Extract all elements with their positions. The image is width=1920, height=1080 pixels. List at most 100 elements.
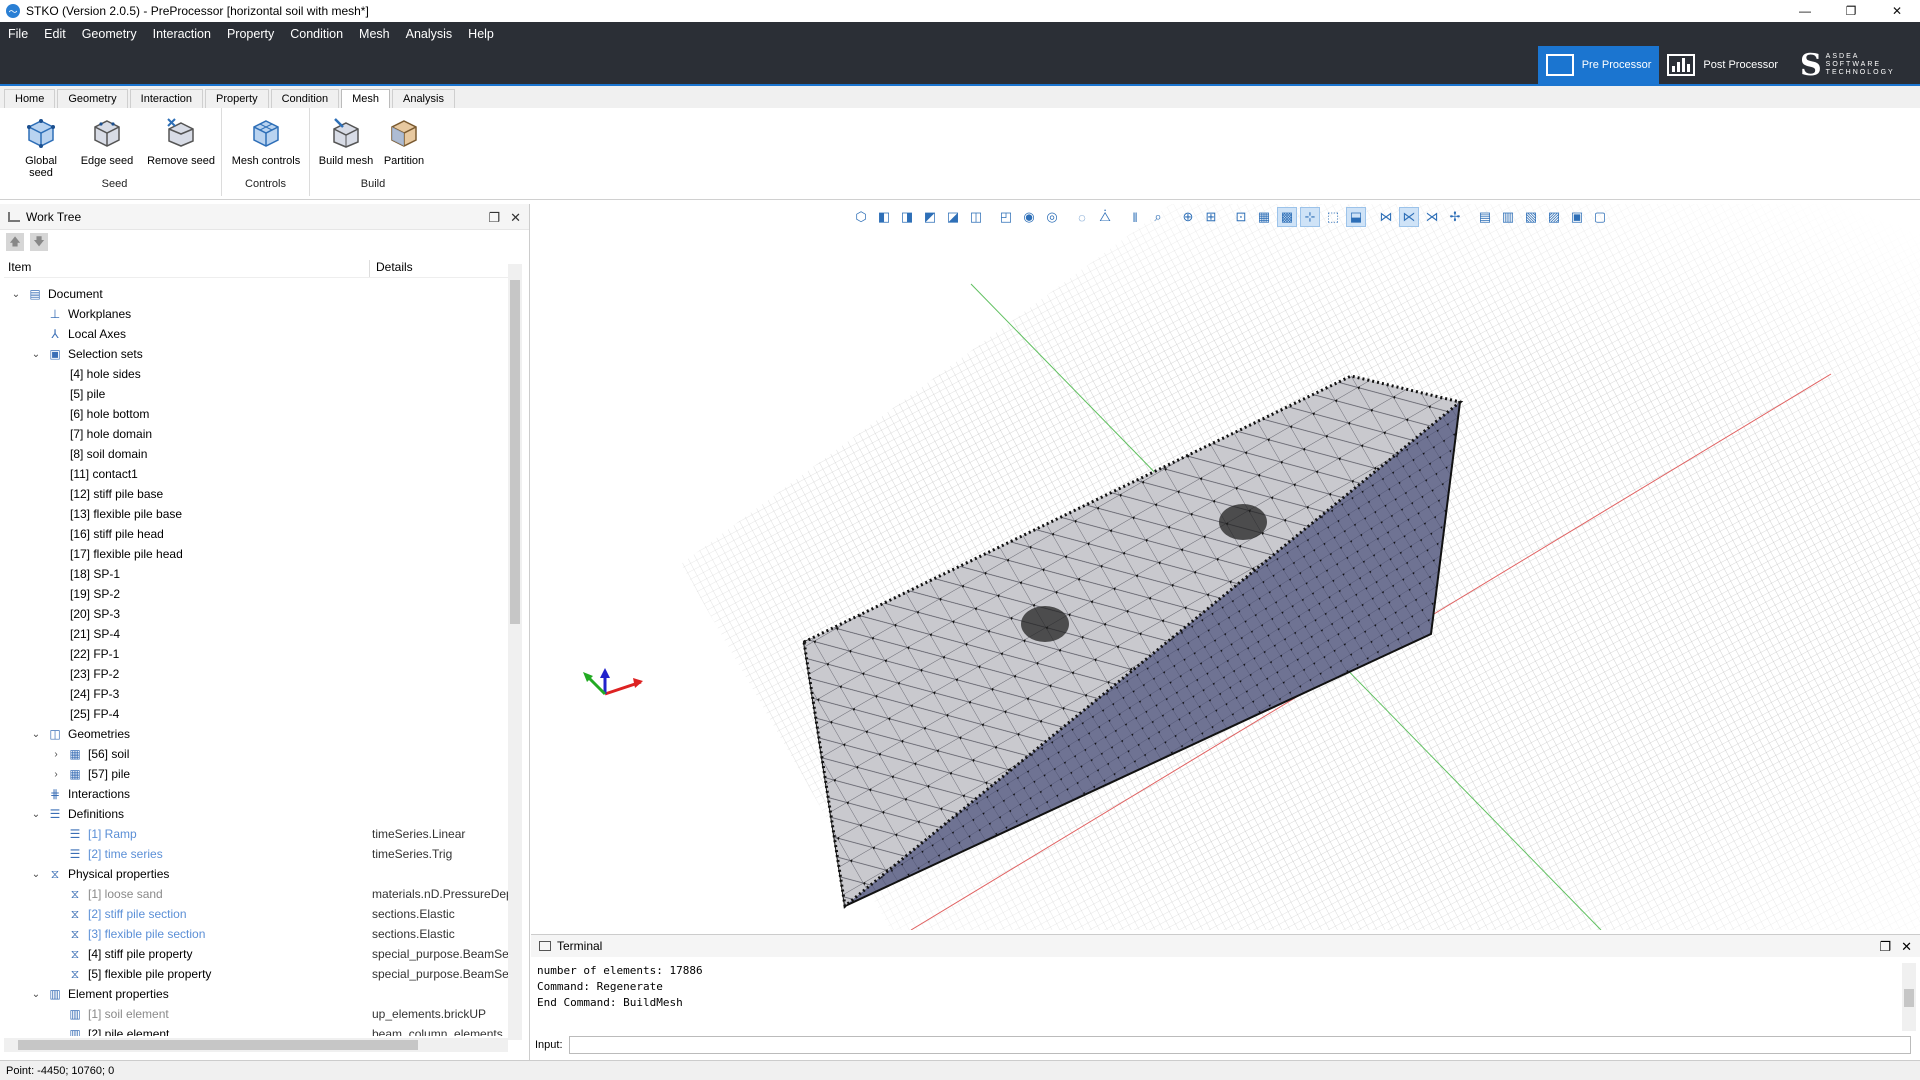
menu-mesh[interactable]: Mesh: [351, 27, 398, 41]
mesh-scene[interactable]: [531, 204, 1920, 930]
scroll-thumb[interactable]: [1904, 989, 1914, 1007]
tree-horizontal-scrollbar[interactable]: [4, 1038, 508, 1052]
view-tool-icon[interactable]: ✢: [1445, 207, 1465, 227]
tree-row[interactable]: ⧖ [3] flexible pile section sections.Elast…: [0, 924, 508, 944]
tree-row[interactable]: [25] FP-4: [0, 704, 508, 724]
scroll-thumb[interactable]: [510, 280, 520, 624]
chevron-down-icon[interactable]: ⌄: [30, 809, 42, 820]
tree-row[interactable]: ⌄ ▤ Document: [0, 284, 508, 304]
view-tool-icon[interactable]: ⋉: [1399, 207, 1419, 227]
view-tool-icon[interactable]: ‖: [1125, 207, 1145, 227]
column-details[interactable]: Details: [370, 260, 413, 277]
view-tool-icon[interactable]: ▦: [1254, 207, 1274, 227]
tree-row[interactable]: [18] SP-1: [0, 564, 508, 584]
menu-interaction[interactable]: Interaction: [145, 27, 219, 41]
tab-condition[interactable]: Condition: [270, 89, 340, 108]
tree-row[interactable]: [17] flexible pile head: [0, 544, 508, 564]
menu-help[interactable]: Help: [460, 27, 502, 41]
view-tool-icon[interactable]: ◧: [874, 207, 894, 227]
tree-row[interactable]: [12] stiff pile base: [0, 484, 508, 504]
view-tool-icon[interactable]: ⧊: [1095, 207, 1115, 227]
build-mesh-button[interactable]: Build mesh: [318, 118, 374, 167]
view-tool-icon[interactable]: ◰: [996, 207, 1016, 227]
tree-row[interactable]: ⋕ Interactions: [0, 784, 508, 804]
close-terminal-icon[interactable]: ✕: [1901, 939, 1912, 955]
tree-row[interactable]: ⌄ ☰ Definitions: [0, 804, 508, 824]
view-tool-icon[interactable]: ▧: [1521, 207, 1541, 227]
view-tool-icon[interactable]: ◫: [966, 207, 986, 227]
view-tool-icon[interactable]: ⊕: [1178, 207, 1198, 227]
view-tool-icon[interactable]: ▤: [1475, 207, 1495, 227]
tree-vertical-scrollbar[interactable]: [508, 264, 522, 1040]
chevron-down-icon[interactable]: ⌄: [10, 289, 22, 300]
tree-row[interactable]: [8] soil domain: [0, 444, 508, 464]
tree-row[interactable]: [19] SP-2: [0, 584, 508, 604]
tab-analysis[interactable]: Analysis: [391, 89, 455, 108]
menu-condition[interactable]: Condition: [282, 27, 351, 41]
terminal-scrollbar[interactable]: [1902, 963, 1916, 1031]
pre-processor-button[interactable]: Pre Processor: [1537, 46, 1660, 84]
tab-interaction[interactable]: Interaction: [129, 89, 204, 108]
menu-geometry[interactable]: Geometry: [74, 27, 145, 41]
tree-row[interactable]: [5] pile: [0, 384, 508, 404]
tree-row[interactable]: ☰ [1] Ramp timeSeries.Linear: [0, 824, 508, 844]
tree-row[interactable]: [16] stiff pile head: [0, 524, 508, 544]
tree-row[interactable]: ▥ [2] pile element beam_column_elements.: [0, 1024, 508, 1036]
tree-row[interactable]: ⌄ ◫ Geometries: [0, 724, 508, 744]
menu-analysis[interactable]: Analysis: [398, 27, 461, 41]
chevron-down-icon[interactable]: ⌄: [30, 989, 42, 1000]
view-tool-icon[interactable]: ▨: [1544, 207, 1564, 227]
mesh-controls-button[interactable]: Mesh controls: [228, 118, 304, 167]
view-tool-icon[interactable]: ⋊: [1422, 207, 1442, 227]
3d-viewport[interactable]: ⬡ ◧ ◨ ◩ ◪ ◫ ◰ ◉ ◎ ◌ ⧊ ‖ ⌕ ⊕ ⊞ ⊡ ▦ ▩ ⊹ ⬚ ⬓ ⋈ ⋉ ⋊ ✢ ▤ ▥ ▧ ▨ ▣ ▢: [531, 204, 1920, 930]
view-tool-icon[interactable]: ◎: [1042, 207, 1062, 227]
tab-geometry[interactable]: Geometry: [57, 89, 128, 108]
view-tool-icon[interactable]: ▩: [1277, 207, 1297, 227]
tree-row[interactable]: [13] flexible pile base: [0, 504, 508, 524]
view-tool-icon[interactable]: ⊞: [1201, 207, 1221, 227]
float-panel-icon[interactable]: ❐: [488, 210, 500, 226]
view-tool-icon[interactable]: ⬓: [1346, 207, 1366, 227]
view-tool-icon[interactable]: ◪: [943, 207, 963, 227]
view-tool-icon[interactable]: ⊡: [1231, 207, 1251, 227]
tree-row[interactable]: [23] FP-2: [0, 664, 508, 684]
close-panel-icon[interactable]: ✕: [510, 210, 521, 226]
chevron-down-icon[interactable]: ⌄: [30, 729, 42, 740]
tree-row[interactable]: ▥ [1] soil element up_elements.brickUP: [0, 1004, 508, 1024]
tree-row[interactable]: [22] FP-1: [0, 644, 508, 664]
tree-row[interactable]: [21] SP-4: [0, 624, 508, 644]
tree-row[interactable]: ⅄ Local Axes: [0, 324, 508, 344]
scroll-thumb[interactable]: [18, 1040, 418, 1050]
remove-seed-button[interactable]: Remove seed: [144, 118, 218, 167]
tree-row[interactable]: ⌄ ⧖ Physical properties: [0, 864, 508, 884]
tree-row[interactable]: [4] hole sides: [0, 364, 508, 384]
view-tool-icon[interactable]: ▥: [1498, 207, 1518, 227]
global-seed-button[interactable]: Global seed: [12, 118, 70, 179]
tree-row[interactable]: ☰ [2] time series timeSeries.Trig: [0, 844, 508, 864]
view-tool-icon[interactable]: ◉: [1019, 207, 1039, 227]
chevron-down-icon[interactable]: ⌄: [30, 349, 42, 360]
edge-seed-button[interactable]: Edge seed: [78, 118, 136, 167]
tab-property[interactable]: Property: [205, 89, 269, 108]
view-tool-icon[interactable]: ◩: [920, 207, 940, 227]
close-button[interactable]: ✕: [1874, 0, 1920, 22]
tree-row[interactable]: › ▦ [56] soil: [0, 744, 508, 764]
command-input[interactable]: [568, 1036, 1911, 1054]
tree-row[interactable]: [7] hole domain: [0, 424, 508, 444]
chevron-right-icon[interactable]: ›: [50, 749, 62, 760]
tree-row[interactable]: ⧖ [4] stiff pile property special_purpose.…: [0, 944, 508, 964]
tree-row[interactable]: [24] FP-3: [0, 684, 508, 704]
menu-file[interactable]: File: [0, 27, 36, 41]
tree-row[interactable]: ⊥ Workplanes: [0, 304, 508, 324]
post-processor-button[interactable]: Post Processor: [1659, 46, 1786, 84]
tree-row[interactable]: [20] SP-3: [0, 604, 508, 624]
tree-row[interactable]: [11] contact1: [0, 464, 508, 484]
move-up-icon[interactable]: 🡅: [6, 233, 24, 251]
menu-edit[interactable]: Edit: [36, 27, 74, 41]
view-tool-icon[interactable]: ⬚: [1323, 207, 1343, 227]
tree-row[interactable]: ⧖ [5] flexible pile property special_purpo…: [0, 964, 508, 984]
view-tool-icon[interactable]: ▢: [1590, 207, 1610, 227]
view-tool-icon[interactable]: ◨: [897, 207, 917, 227]
move-down-icon[interactable]: 🡇: [30, 233, 48, 251]
restore-button[interactable]: ❐: [1828, 0, 1874, 22]
